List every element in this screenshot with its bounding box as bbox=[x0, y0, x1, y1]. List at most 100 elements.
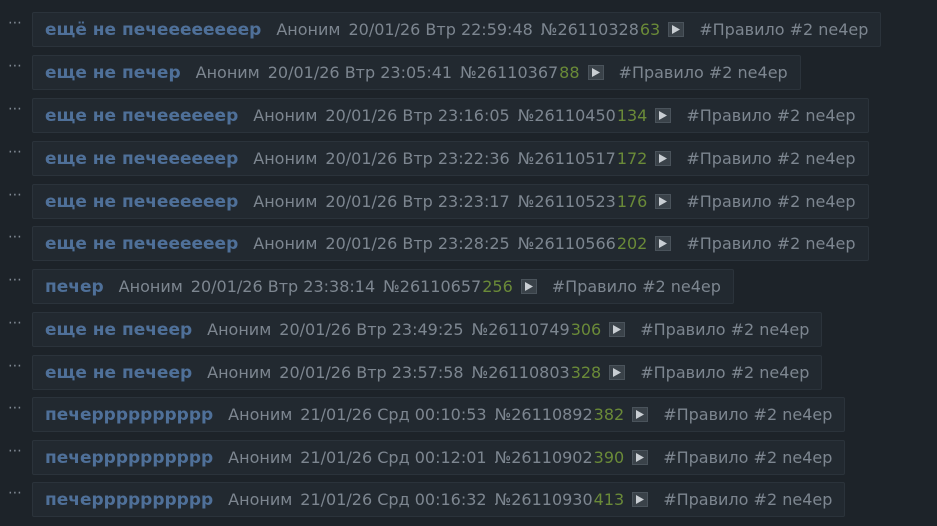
reply-count[interactable]: 88 bbox=[559, 63, 579, 82]
reply-count[interactable]: 176 bbox=[617, 192, 648, 211]
more-options-icon[interactable]: ⋯ bbox=[8, 401, 22, 415]
post-row: ⋯ еще не печеееееер Аноним 20/01/26 Втр 23:… bbox=[0, 98, 937, 141]
post-author: Аноним bbox=[276, 20, 341, 39]
play-icon[interactable] bbox=[587, 65, 604, 80]
post-number[interactable]: №26110450 bbox=[518, 106, 616, 125]
more-options-icon[interactable]: ⋯ bbox=[8, 316, 22, 330]
post-subject[interactable]: еще не печеер bbox=[45, 363, 192, 383]
post-number[interactable]: №26110523 bbox=[518, 192, 616, 211]
post-number[interactable]: №26110803 bbox=[472, 363, 570, 382]
post-tag[interactable]: #Правило #2 ne4ep bbox=[686, 234, 855, 253]
post-number[interactable]: №26110566 bbox=[518, 234, 616, 253]
post-tag[interactable]: #Правило #2 ne4ep bbox=[663, 490, 832, 509]
more-options-icon[interactable]: ⋯ bbox=[8, 102, 22, 116]
post-number[interactable]: №26110367 bbox=[460, 63, 558, 82]
post-list: ⋯ ещё не печеееееееер Аноним 20/01/26 Втр 2… bbox=[0, 0, 937, 526]
post-number[interactable]: №26110892 bbox=[495, 405, 593, 424]
play-icon[interactable] bbox=[632, 407, 649, 422]
post-tag[interactable]: #Правило #2 ne4ep bbox=[686, 149, 855, 168]
post-number[interactable]: №26110930 bbox=[495, 490, 593, 509]
post-row: ⋯ печерррррррррр Аноним 21/01/26 Срд 00:10:… bbox=[0, 397, 937, 440]
post-tag[interactable]: #Правило #2 ne4ep bbox=[686, 106, 855, 125]
post-date: 20/01/26 Втр 23:28:25 bbox=[325, 234, 510, 253]
more-options-icon[interactable]: ⋯ bbox=[8, 230, 22, 244]
post-author: Аноним bbox=[207, 320, 272, 339]
post-author: Аноним bbox=[207, 363, 272, 382]
post-tag[interactable]: #Правило #2 ne4ep bbox=[663, 405, 832, 424]
post-header: ещё не печеееееееер Аноним 20/01/26 Втр 22… bbox=[32, 12, 882, 47]
post-date: 20/01/26 Втр 23:23:17 bbox=[325, 192, 510, 211]
post-tag[interactable]: #Правило #2 ne4ep bbox=[619, 63, 788, 82]
play-icon[interactable] bbox=[632, 492, 649, 507]
post-date: 20/01/26 Втр 22:59:48 bbox=[348, 20, 533, 39]
post-subject[interactable]: еще не печеееееер bbox=[45, 106, 238, 126]
reply-count[interactable]: 172 bbox=[617, 149, 648, 168]
post-tag[interactable]: #Правило #2 ne4ep bbox=[663, 448, 832, 467]
reply-count[interactable]: 382 bbox=[594, 405, 625, 424]
post-number[interactable]: №26110749 bbox=[472, 320, 570, 339]
reply-count[interactable]: 134 bbox=[617, 106, 648, 125]
post-row: ⋯ печерррррррррр Аноним 21/01/26 Срд 00:12:… bbox=[0, 440, 937, 483]
post-subject[interactable]: еще не печеееееер bbox=[45, 192, 238, 212]
post-subject[interactable]: ещё не печеееееееер bbox=[45, 20, 261, 40]
post-author: Аноним bbox=[228, 448, 293, 467]
post-header: печер Аноним 20/01/26 Втр 23:38:14 №2611065… bbox=[32, 269, 734, 304]
post-tag[interactable]: #Правило #2 ne4ep bbox=[640, 320, 809, 339]
post-subject[interactable]: печер bbox=[45, 277, 104, 297]
play-icon[interactable] bbox=[609, 322, 626, 337]
post-header: еще не печеееееер Аноним 20/01/26 Втр 23:2… bbox=[32, 141, 869, 176]
post-date: 20/01/26 Втр 23:05:41 bbox=[267, 63, 453, 82]
more-options-icon[interactable]: ⋯ bbox=[8, 16, 22, 30]
play-icon[interactable] bbox=[520, 279, 537, 294]
post-tag[interactable]: #Правило #2 ne4ep bbox=[640, 363, 809, 382]
post-subject[interactable]: еще не печеер bbox=[45, 320, 192, 340]
post-tag[interactable]: #Правило #2 ne4ep bbox=[699, 20, 868, 39]
play-icon[interactable] bbox=[632, 450, 649, 465]
post-number[interactable]: №26110517 bbox=[518, 149, 616, 168]
more-options-icon[interactable]: ⋯ bbox=[8, 59, 22, 73]
post-date: 21/01/26 Срд 00:10:53 bbox=[300, 405, 487, 424]
post-row: ⋯ еще не печеееееер Аноним 20/01/26 Втр 23:… bbox=[0, 226, 937, 269]
reply-count[interactable]: 256 bbox=[482, 277, 513, 296]
post-number[interactable]: №26110657 bbox=[383, 277, 481, 296]
post-tag[interactable]: #Правило #2 ne4ep bbox=[686, 192, 855, 211]
post-row: ⋯ еще не печеер Аноним 20/01/26 Втр 23:57:5… bbox=[0, 355, 937, 398]
post-header: печерррррррррр Аноним 21/01/26 Срд 00:12:0… bbox=[32, 440, 846, 475]
post-author: Аноним bbox=[253, 234, 318, 253]
post-header: еще не печеер Аноним 20/01/26 Втр 23:57:58… bbox=[32, 355, 823, 390]
post-subject[interactable]: еще не печеееееер bbox=[45, 234, 238, 254]
post-subject[interactable]: еще не печеееееер bbox=[45, 149, 238, 169]
post-row: ⋯ еще не печеееееер Аноним 20/01/26 Втр 23:… bbox=[0, 141, 937, 184]
play-icon[interactable] bbox=[668, 22, 685, 37]
post-subject[interactable]: печерррррррррр bbox=[45, 405, 213, 425]
play-icon[interactable] bbox=[655, 108, 672, 123]
post-author: Аноним bbox=[253, 192, 318, 211]
post-header: печерррррррррр Аноним 21/01/26 Срд 00:16:3… bbox=[32, 482, 846, 517]
play-icon[interactable] bbox=[655, 151, 672, 166]
post-author: Аноним bbox=[253, 149, 318, 168]
play-icon[interactable] bbox=[655, 194, 672, 209]
play-icon[interactable] bbox=[655, 236, 672, 251]
post-date: 20/01/26 Втр 23:49:25 bbox=[279, 320, 464, 339]
reply-count[interactable]: 202 bbox=[617, 234, 648, 253]
post-tag[interactable]: #Правило #2 ne4ep bbox=[552, 277, 721, 296]
more-options-icon[interactable]: ⋯ bbox=[8, 273, 22, 287]
post-subject[interactable]: печерррррррррр bbox=[45, 490, 213, 510]
post-subject[interactable]: еще не печер bbox=[45, 63, 181, 83]
post-date: 20/01/26 Втр 23:38:14 bbox=[190, 277, 376, 296]
reply-count[interactable]: 413 bbox=[594, 490, 625, 509]
more-options-icon[interactable]: ⋯ bbox=[8, 444, 22, 458]
post-author: Аноним bbox=[195, 63, 260, 82]
post-subject[interactable]: печерррррррррр bbox=[45, 448, 213, 468]
more-options-icon[interactable]: ⋯ bbox=[8, 145, 22, 159]
post-number[interactable]: №26110902 bbox=[495, 448, 593, 467]
reply-count[interactable]: 306 bbox=[571, 320, 602, 339]
reply-count[interactable]: 328 bbox=[571, 363, 602, 382]
more-options-icon[interactable]: ⋯ bbox=[8, 188, 22, 202]
more-options-icon[interactable]: ⋯ bbox=[8, 486, 22, 500]
post-number[interactable]: №26110328 bbox=[541, 20, 639, 39]
play-icon[interactable] bbox=[609, 365, 626, 380]
reply-count[interactable]: 63 bbox=[640, 20, 660, 39]
more-options-icon[interactable]: ⋯ bbox=[8, 359, 22, 373]
reply-count[interactable]: 390 bbox=[594, 448, 625, 467]
